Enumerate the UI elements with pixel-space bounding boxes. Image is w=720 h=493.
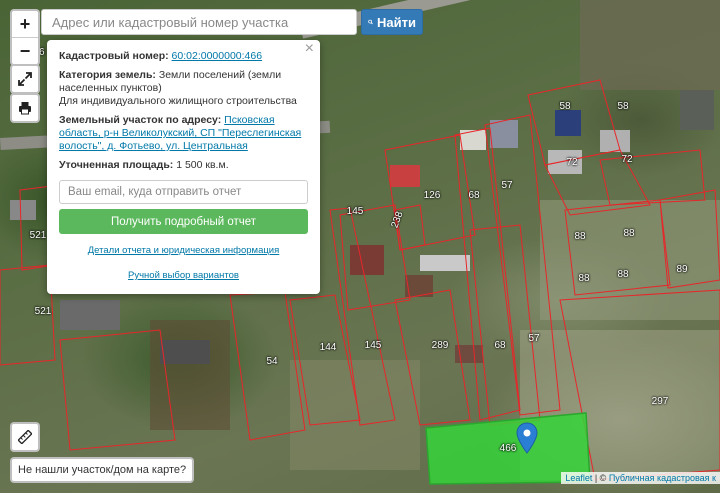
plot-outline <box>454 127 521 421</box>
plot-outline <box>527 79 621 166</box>
plot-label: 89 <box>676 264 688 275</box>
cadastral-number-row: Кадастровый номер: 60:02:0000000:466 <box>59 50 308 63</box>
email-input[interactable] <box>59 180 308 204</box>
plot-outline <box>289 294 361 426</box>
cadastral-map-link[interactable]: Публичная кадастровая к <box>609 473 716 483</box>
plot-outline <box>544 149 651 216</box>
search-button-label: Найти <box>377 14 416 30</box>
search-input[interactable] <box>41 9 357 35</box>
map-attribution: Leaflet | © Публичная кадастровая к <box>561 472 720 484</box>
plot-label: 72 <box>566 157 578 168</box>
measure-button[interactable] <box>10 422 40 452</box>
map-canvas[interactable]: 58 58 72 72 126 68 57 145 238 88 88 88 8… <box>0 0 720 493</box>
area-value: 1 500 кв.м. <box>176 159 229 171</box>
plot-label: 297 <box>651 396 669 407</box>
plot-label: 88 <box>623 228 635 239</box>
plot-label: 68 <box>468 190 480 201</box>
category-label: Категория земель: <box>59 69 156 81</box>
expand-arrows-icon <box>18 72 32 86</box>
zoom-out-button[interactable]: − <box>12 37 38 64</box>
plot-outline <box>599 149 706 206</box>
fullscreen-button[interactable] <box>10 64 40 94</box>
printer-icon <box>19 102 31 115</box>
cadastral-number-link[interactable]: 60:02:0000000:466 <box>172 50 263 62</box>
plot-label: 88 <box>617 269 629 280</box>
plot-label: 521 <box>29 230 47 241</box>
search-button[interactable]: Найти <box>361 9 423 35</box>
land-use-value: Для индивидуального жилищного строительс… <box>59 95 297 107</box>
zoom-control: + − <box>10 9 40 66</box>
address-row: Земельный участок по адресу: Псковская о… <box>59 114 308 153</box>
plot-label: 126 <box>423 190 441 201</box>
plot-label: 144 <box>319 342 337 353</box>
plot-label: 88 <box>574 231 586 242</box>
plot-label: 521 <box>34 306 52 317</box>
zoom-in-button[interactable]: + <box>12 11 38 37</box>
not-found-button[interactable]: Не нашли участок/дом на карте? <box>10 457 195 483</box>
plot-label: 58 <box>617 101 629 112</box>
plot-outline <box>394 289 471 426</box>
plot-label: 68 <box>494 340 506 351</box>
plot-label: 145 <box>364 340 382 351</box>
plot-info-popup: × Кадастровый номер: 60:02:0000000:466 К… <box>47 40 320 294</box>
plot-outline <box>469 224 541 426</box>
plot-outline <box>484 114 561 416</box>
attribution-separator: | © <box>592 473 609 483</box>
get-report-button[interactable]: Получить подробный отчет <box>59 209 308 234</box>
plot-label: 57 <box>501 180 513 191</box>
plot-label: 145 <box>346 206 364 217</box>
plot-label: 72 <box>621 154 633 165</box>
area-row: Уточненная площадь: 1 500 кв.м. <box>59 159 308 172</box>
plot-label: 289 <box>431 340 449 351</box>
map-marker-icon[interactable] <box>516 422 538 454</box>
plot-outline <box>59 329 176 451</box>
plot-label: 88 <box>578 273 590 284</box>
manual-selection-link[interactable]: Ручной выбор вариантов <box>128 270 239 281</box>
report-details-link[interactable]: Детали отчета и юридическая информация <box>88 245 280 256</box>
leaflet-link[interactable]: Leaflet <box>565 473 592 483</box>
plot-label: 54 <box>266 356 278 367</box>
print-button[interactable] <box>10 93 40 123</box>
plot-label: 466 <box>499 443 517 454</box>
land-category-row: Категория земель: Земли поселений (земли… <box>59 69 308 95</box>
cadastral-label: Кадастровый номер: <box>59 50 169 62</box>
address-label: Земельный участок по адресу: <box>59 114 222 126</box>
ruler-icon <box>18 430 32 444</box>
area-label: Уточненная площадь: <box>59 159 174 171</box>
plot-label: 57 <box>528 333 540 344</box>
search-icon <box>368 19 373 25</box>
plot-label: 58 <box>559 101 571 112</box>
close-icon[interactable]: × <box>305 41 314 57</box>
